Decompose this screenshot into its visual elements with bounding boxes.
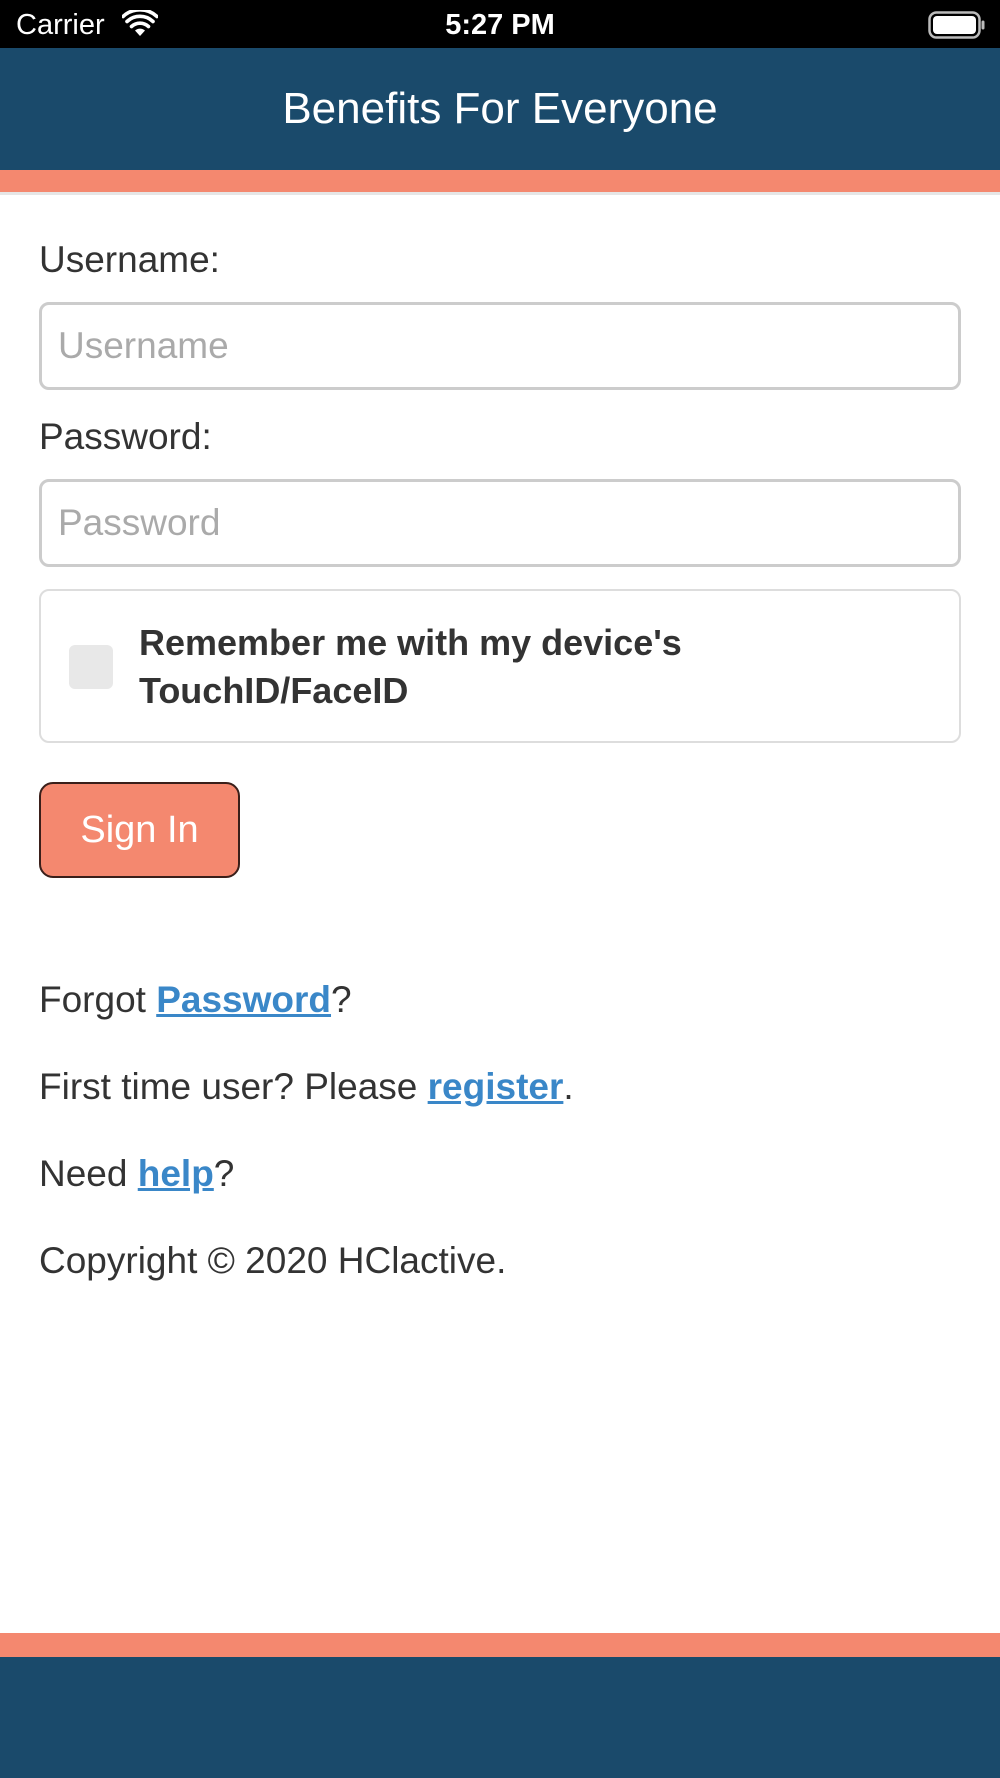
register-prefix: First time user? Please — [39, 1066, 428, 1107]
forgot-prefix: Forgot — [39, 979, 157, 1020]
forgot-password-line: Forgot Password? — [39, 978, 352, 1022]
username-input[interactable] — [39, 302, 961, 390]
status-time: 5:27 PM — [445, 9, 555, 41]
password-label: Password: — [39, 416, 212, 457]
header-accent-bar — [0, 170, 1000, 192]
help-link[interactable]: help — [138, 1153, 214, 1194]
app-footer — [0, 1657, 1000, 1778]
copyright-text: Copyright © 2020 HClactive. — [39, 1240, 507, 1281]
footer-accent-bar — [0, 1633, 1000, 1657]
username-label: Username: — [39, 239, 220, 280]
app-header: Benefits For Everyone — [0, 48, 1000, 170]
forgot-suffix: ? — [331, 979, 352, 1020]
help-line: Need help? — [39, 1152, 234, 1196]
remember-me-checkbox[interactable] — [69, 645, 113, 689]
app-title: Benefits For Everyone — [282, 84, 718, 133]
sign-in-button[interactable]: Sign In — [39, 782, 240, 878]
register-link[interactable]: register — [428, 1066, 564, 1107]
forgot-password-link[interactable]: Password — [156, 979, 331, 1020]
help-suffix: ? — [213, 1153, 235, 1194]
status-bar: Carrier 5:27 PM — [0, 0, 1000, 48]
remember-me-label: Remember me with my device's TouchID/Fac… — [139, 622, 682, 711]
password-input[interactable] — [39, 479, 961, 567]
remember-me-option[interactable]: Remember me with my device's TouchID/Fac… — [39, 589, 961, 743]
register-line: First time user? Please register. — [39, 1065, 574, 1109]
register-suffix: . — [563, 1066, 574, 1107]
battery-full-icon — [928, 11, 985, 39]
header-divider — [0, 192, 1000, 195]
help-prefix: Need — [39, 1153, 138, 1194]
